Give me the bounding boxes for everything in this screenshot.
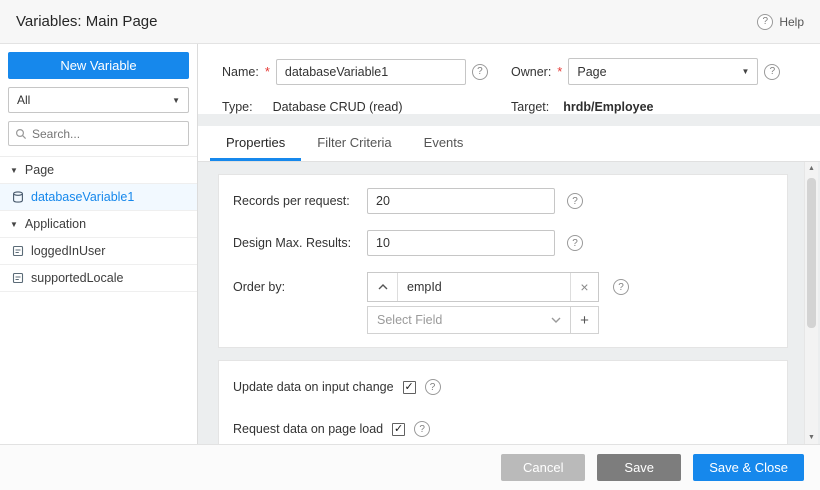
request-on-load-label: Request data on page load	[233, 422, 383, 436]
owner-label: Owner:	[511, 65, 551, 79]
save-and-close-button[interactable]: Save & Close	[693, 454, 804, 481]
order-field-row: empId ×	[367, 272, 599, 302]
group-expanded-icon: ▼	[10, 166, 18, 175]
new-variable-button[interactable]: New Variable	[8, 52, 189, 79]
variable-icon	[12, 245, 24, 257]
help-button[interactable]: ? Help	[757, 14, 804, 30]
tree-group-label: Application	[25, 217, 86, 231]
tree-group-label: Page	[25, 163, 54, 177]
type-value: Database CRUD (read)	[273, 100, 403, 114]
chevron-down-icon: ▼	[172, 96, 180, 105]
help-question-icon: ?	[757, 14, 773, 30]
header-bar: Variables: Main Page ? Help	[0, 0, 820, 44]
name-label: Name:	[222, 65, 259, 79]
tab-filter-criteria[interactable]: Filter Criteria	[301, 126, 407, 161]
select-field-placeholder: Select Field	[377, 313, 442, 327]
tab-events[interactable]: Events	[408, 126, 480, 161]
target-value: hrdb/Employee	[563, 100, 653, 114]
required-marker: *	[557, 64, 562, 79]
help-label: Help	[779, 15, 804, 29]
request-settings-panel: Records per request: ? Design Max. Resul…	[218, 174, 788, 348]
properties-content: Records per request: ? Design Max. Resul…	[198, 162, 820, 444]
tab-properties[interactable]: Properties	[210, 126, 301, 161]
name-help-icon[interactable]: ?	[472, 64, 488, 80]
select-field-dropdown[interactable]: Select Field	[367, 306, 571, 334]
search-icon	[15, 128, 27, 140]
footer-bar: Cancel Save Save & Close	[0, 444, 820, 490]
owner-selected-value: Page	[577, 65, 606, 79]
tree-item-databasevariable1[interactable]: databaseVariable1	[0, 184, 197, 211]
tree-group-application[interactable]: ▼ Application	[0, 211, 197, 238]
variables-sidebar: New Variable All ▼ ▼ Page	[0, 44, 198, 444]
update-on-input-checkbox[interactable]	[403, 381, 416, 394]
type-label: Type:	[222, 100, 253, 114]
design-max-results-input[interactable]	[367, 230, 555, 256]
chevron-up-icon	[378, 284, 388, 290]
variable-icon	[12, 272, 24, 284]
remove-order-field-button[interactable]: ×	[570, 273, 598, 301]
target-label: Target:	[511, 100, 549, 114]
tree-item-loggedinuser[interactable]: loggedInUser	[0, 238, 197, 265]
filter-selected-value: All	[17, 93, 30, 107]
save-button[interactable]: Save	[597, 454, 681, 481]
scrollbar-thumb[interactable]	[807, 178, 816, 328]
group-expanded-icon: ▼	[10, 220, 18, 229]
variable-editor: Name: * ? Owner: * Page ▼ ?	[198, 44, 820, 444]
tree-item-label: databaseVariable1	[31, 190, 134, 204]
search-input[interactable]	[32, 127, 182, 141]
tree-item-label: loggedInUser	[31, 244, 105, 258]
records-per-request-input[interactable]	[367, 188, 555, 214]
editor-tabs: Properties Filter Criteria Events	[198, 126, 820, 162]
design-max-results-label: Design Max. Results:	[233, 236, 367, 250]
tree-group-page[interactable]: ▼ Page	[0, 157, 197, 184]
update-on-input-help-icon[interactable]: ?	[425, 379, 441, 395]
chevron-down-icon	[551, 317, 561, 323]
update-on-input-label: Update data on input change	[233, 380, 394, 394]
scroll-up-icon[interactable]: ▲	[805, 165, 818, 172]
required-marker: *	[265, 64, 270, 79]
request-on-load-help-icon[interactable]: ?	[414, 421, 430, 437]
database-variable-icon	[12, 191, 24, 203]
order-by-editor: empId × ? Select Field	[367, 272, 629, 334]
request-on-load-checkbox[interactable]	[392, 423, 405, 436]
cancel-button[interactable]: Cancel	[501, 454, 585, 481]
variable-summary-form: Name: * ? Owner: * Page ▼ ?	[198, 44, 820, 114]
order-field-value: empId	[398, 273, 570, 301]
records-per-request-label: Records per request:	[233, 194, 367, 208]
variable-filter-select[interactable]: All ▼	[8, 87, 189, 113]
order-by-label: Order by:	[233, 272, 367, 294]
variables-tree: ▼ Page databaseVariable1 ▼ Application	[0, 156, 197, 292]
tree-item-supportedlocale[interactable]: supportedLocale	[0, 265, 197, 292]
owner-select[interactable]: Page ▼	[568, 58, 758, 85]
add-order-field-button[interactable]: +	[571, 306, 599, 334]
vertical-scrollbar[interactable]: ▲ ▼	[804, 162, 818, 444]
order-by-help-icon[interactable]: ?	[613, 279, 629, 295]
variable-search[interactable]	[8, 121, 189, 146]
variables-dialog: Variables: Main Page ? Help New Variable…	[0, 0, 820, 490]
behavior-panel: Update data on input change ? Request da…	[218, 360, 788, 444]
order-direction-button[interactable]	[368, 273, 398, 301]
scroll-down-icon[interactable]: ▼	[805, 434, 818, 441]
design-max-help-icon[interactable]: ?	[567, 235, 583, 251]
chevron-down-icon: ▼	[741, 67, 749, 76]
page-title: Variables: Main Page	[16, 13, 157, 30]
owner-help-icon[interactable]: ?	[764, 64, 780, 80]
name-input[interactable]	[276, 59, 466, 85]
tree-item-label: supportedLocale	[31, 271, 123, 285]
records-help-icon[interactable]: ?	[567, 193, 583, 209]
